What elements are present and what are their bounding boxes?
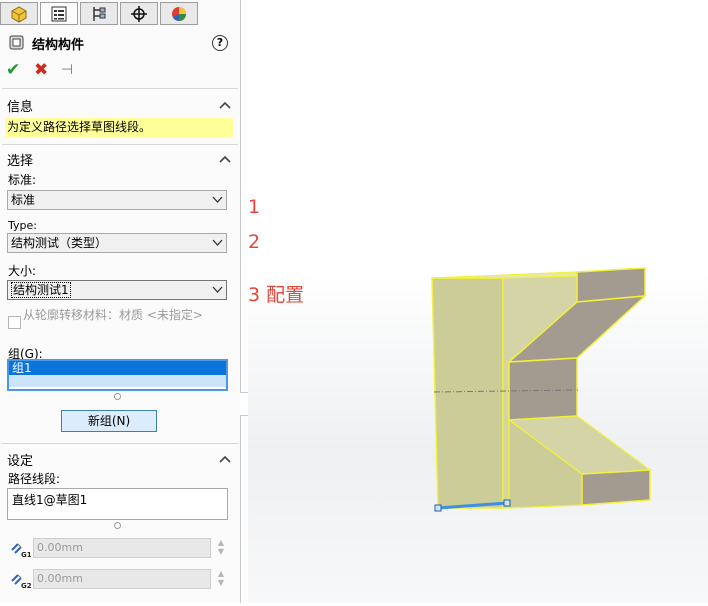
dimxpert-icon (131, 5, 147, 22)
tab-dimxpert[interactable] (120, 2, 158, 25)
gap2-label: G2 (21, 582, 31, 589)
list-item-empty (9, 375, 226, 387)
divider (2, 144, 238, 145)
annotation-2: 2 (248, 231, 261, 253)
tab-property-manager[interactable] (40, 2, 78, 25)
type-select[interactable]: 结构测试（类型） (7, 233, 227, 253)
chevron-up-icon[interactable] (219, 454, 231, 464)
graphics-viewport[interactable] (248, 0, 708, 603)
divider (2, 88, 238, 89)
list-item[interactable]: 组1 (9, 361, 226, 375)
resize-handle[interactable] (114, 522, 121, 529)
member-face-left (431, 277, 504, 509)
type-label: Type: (8, 219, 37, 232)
cancel-button[interactable]: ✖ (34, 60, 48, 80)
configuration-manager-icon (93, 6, 106, 21)
annotation-1: 1 (248, 196, 261, 218)
path-segments-label: 路径线段: (8, 472, 61, 486)
type-value: 结构测试（类型） (11, 236, 108, 250)
standard-select[interactable]: 标准 (7, 190, 227, 210)
help-button[interactable]: ? (212, 35, 228, 51)
transfer-material-label: 从轮廓转移材料：材质 <未指定> (23, 308, 203, 322)
settings-section-title: 设定 (7, 454, 34, 469)
chevron-up-icon[interactable] (219, 100, 231, 110)
pin-button[interactable]: ⊣ (61, 60, 73, 80)
gap-icon: G2 (11, 574, 31, 589)
gap1-label: G1 (21, 551, 31, 558)
path-segments-list[interactable]: 直线1@草图1 (7, 488, 228, 520)
tab-configuration-manager[interactable] (80, 2, 118, 25)
display-manager-icon (172, 6, 186, 21)
segment-endpoint[interactable] (503, 499, 511, 507)
annotation-3: 3 配置 (248, 284, 305, 306)
resize-handle[interactable] (114, 393, 121, 400)
selection-section-title: 选择 (7, 154, 34, 169)
segment-endpoint[interactable] (434, 504, 442, 512)
structural-member-preview[interactable] (248, 0, 708, 603)
structural-member-icon (9, 35, 24, 50)
ok-button[interactable]: ✔ (6, 60, 20, 80)
size-select[interactable]: 结构测试1 (7, 280, 227, 300)
feature-manager-icon (11, 5, 27, 23)
gap1-input[interactable]: 0.00mm (33, 538, 211, 558)
tab-display-manager[interactable] (160, 2, 198, 25)
group-list[interactable]: 组1 (7, 359, 228, 391)
size-value: 结构测试1 (11, 282, 71, 298)
property-manager-icon (51, 6, 67, 21)
chevron-up-icon[interactable] (219, 154, 231, 164)
property-manager-panel: 结构构件 ? ✔ ✖ ⊣ 信息 为定义路径选择草图线段。 选择 标准: 标准 T… (0, 0, 241, 603)
panel-tabs (0, 0, 240, 26)
chevron-down-icon (212, 196, 223, 203)
chevron-down-icon (212, 286, 223, 293)
member-face-bottom-right (581, 469, 651, 506)
standard-label: 标准: (8, 173, 37, 187)
list-item[interactable]: 直线1@草图1 (12, 491, 223, 508)
new-group-button[interactable]: 新组(N) (61, 410, 157, 432)
page-title: 结构构件 (32, 38, 85, 53)
chevron-down-icon (212, 239, 223, 246)
member-face-web (508, 357, 578, 421)
standard-value: 标准 (11, 193, 36, 207)
gap2-input[interactable]: 0.00mm (33, 569, 211, 589)
info-message: 为定义路径选择草图线段。 (5, 118, 233, 138)
size-label: 大小: (8, 264, 37, 278)
transfer-material-checkbox[interactable] (8, 316, 21, 329)
info-section-title: 信息 (7, 100, 34, 115)
gap1-spinner[interactable]: ▲ ▼ (215, 538, 227, 558)
tab-feature-manager[interactable] (0, 2, 38, 25)
divider (2, 443, 238, 444)
gap-icon: G1 (11, 543, 31, 558)
gap2-spinner[interactable]: ▲ ▼ (215, 569, 227, 589)
